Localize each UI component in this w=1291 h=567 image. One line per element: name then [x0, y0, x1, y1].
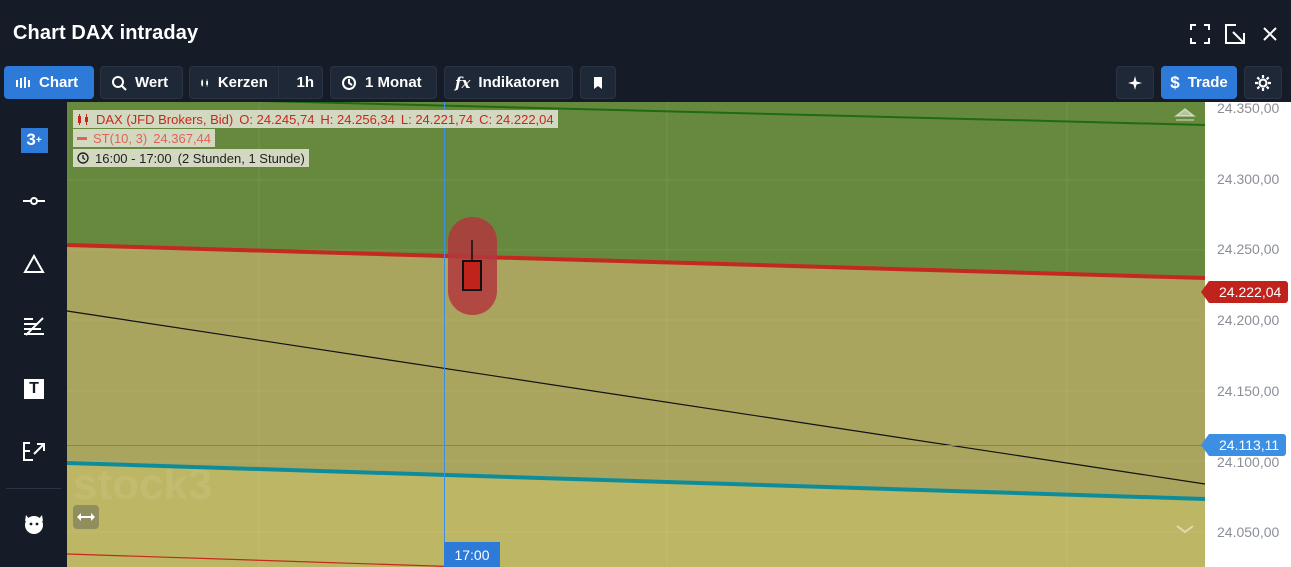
legend-indicator-value: 24.367,44 [153, 130, 212, 146]
window-title: Chart DAX intraday [13, 22, 199, 44]
sparkle-icon [1128, 75, 1142, 90]
y-tick-label: 24.250,00 [1217, 241, 1280, 257]
arrow-tool-icon [23, 442, 45, 461]
close-icon [1263, 27, 1277, 41]
y-tick-label: 24.100,00 [1217, 454, 1280, 470]
resize-arrows-icon [77, 513, 95, 521]
trade-button[interactable]: $ Trade [1161, 66, 1237, 99]
legend-low: L: 24.221,74 [400, 111, 474, 127]
fibonacci-icon [24, 317, 44, 336]
toolbar-divider [277, 66, 279, 99]
bookmark-button[interactable] [580, 66, 616, 99]
resize-button[interactable] [73, 505, 99, 529]
title-bar: Chart DAX intraday [0, 0, 1291, 64]
triangle-tool[interactable] [17, 247, 51, 281]
legend-indicator: ST(10, 3) 24.367,44 [73, 129, 216, 147]
y-tick-label: 24.150,00 [1217, 383, 1280, 399]
fullscreen-icon [1190, 24, 1210, 44]
timeframe-icon: 3 + [20, 127, 48, 153]
popout-icon [1225, 24, 1245, 44]
legend-time-detail: (2 Stunden, 1 Stunde) [177, 150, 305, 166]
fx-icon: fx [455, 73, 471, 92]
period-button[interactable]: 1 Monat [330, 66, 437, 99]
wert-button-label: Wert [135, 74, 169, 91]
arrow-tool[interactable] [17, 434, 51, 468]
timeframe-tool[interactable]: 3 + [17, 123, 51, 157]
toolbar: Chart Wert Kerzen 1h 1 Monat fx Indikato… [0, 64, 1291, 102]
price-chart[interactable]: stock3 [67, 102, 1205, 567]
crosshair-price-tag: 24.113,11 [1209, 434, 1287, 456]
clock-icon [77, 152, 89, 164]
indikatoren-button-label: Indikatoren [478, 74, 560, 91]
period-button-label: 1 Monat [365, 74, 422, 91]
chart-button-label: Chart [39, 74, 79, 91]
kerzen-group: Kerzen 1h [189, 66, 323, 99]
text-tool[interactable]: T [17, 372, 51, 406]
candle-body [462, 260, 482, 291]
fibonacci-tool[interactable] [17, 309, 51, 343]
legend-ohlc: DAX (JFD Brokers, Bid) O: 24.245,74 H: 2… [73, 110, 558, 128]
last-price-tag: 24.222,04 [1209, 281, 1289, 303]
search-icon [112, 75, 127, 91]
candles-icon [201, 78, 208, 87]
bull-bear-tool[interactable] [17, 507, 51, 541]
kerzen-button[interactable]: Kerzen [218, 74, 268, 91]
price-axis[interactable]: 24.350,00 24.300,00 24.250,00 24.200,00 … [1201, 100, 1291, 567]
legend-time: 16:00 - 17:00 (2 Stunden, 1 Stunde) [73, 149, 309, 167]
indicator-color-swatch [77, 136, 87, 140]
crosshair-tool-icon [23, 197, 45, 205]
indikatoren-button[interactable]: fx Indikatoren [444, 66, 573, 99]
sidebar-divider [6, 488, 61, 489]
crosshair-time-label: 17:00 [444, 542, 500, 567]
dollar-icon: $ [1170, 72, 1180, 92]
legend-open: O: 24.245,74 [239, 111, 315, 127]
popout-button[interactable] [1223, 22, 1247, 46]
triangle-icon [23, 254, 45, 273]
price-tag-pointer [1201, 281, 1209, 303]
legend-indicator-name: ST(10, 3) [93, 130, 148, 146]
bull-bear-icon [25, 515, 43, 534]
horizontal-line-tool[interactable] [17, 184, 51, 218]
close-button[interactable] [1258, 22, 1282, 46]
trade-button-label: Trade [1187, 74, 1228, 91]
chart-button[interactable]: Chart [4, 66, 94, 99]
clock-icon [342, 75, 356, 90]
drawing-toolbar: 3 + T [0, 102, 67, 567]
legend-instrument: DAX (JFD Brokers, Bid) [96, 111, 234, 127]
legend-close: C: 24.222,04 [479, 111, 554, 127]
text-tool-icon: T [24, 379, 44, 399]
crosshair-tag-pointer [1201, 434, 1209, 456]
chart-icon [16, 76, 30, 88]
legend-time-range: 16:00 - 17:00 [95, 150, 172, 166]
bookmark-icon [594, 76, 602, 89]
wert-button[interactable]: Wert [100, 66, 183, 99]
legend-high: H: 24.256,34 [320, 111, 395, 127]
candles-icon [78, 113, 88, 125]
chart-plot-area[interactable]: stock3 DAX (JFD Brokers, Bid) O: 24.245,… [67, 102, 1205, 567]
fullscreen-button[interactable] [1188, 22, 1212, 46]
ai-button[interactable] [1116, 66, 1154, 99]
y-tick-label: 24.050,00 [1217, 524, 1280, 540]
settings-button[interactable] [1244, 66, 1282, 99]
y-tick-label: 24.350,00 [1217, 100, 1280, 116]
gear-icon [1255, 74, 1271, 91]
y-tick-label: 24.300,00 [1217, 171, 1280, 187]
interval-button[interactable]: 1h [288, 74, 322, 91]
y-tick-label: 24.200,00 [1217, 312, 1280, 328]
